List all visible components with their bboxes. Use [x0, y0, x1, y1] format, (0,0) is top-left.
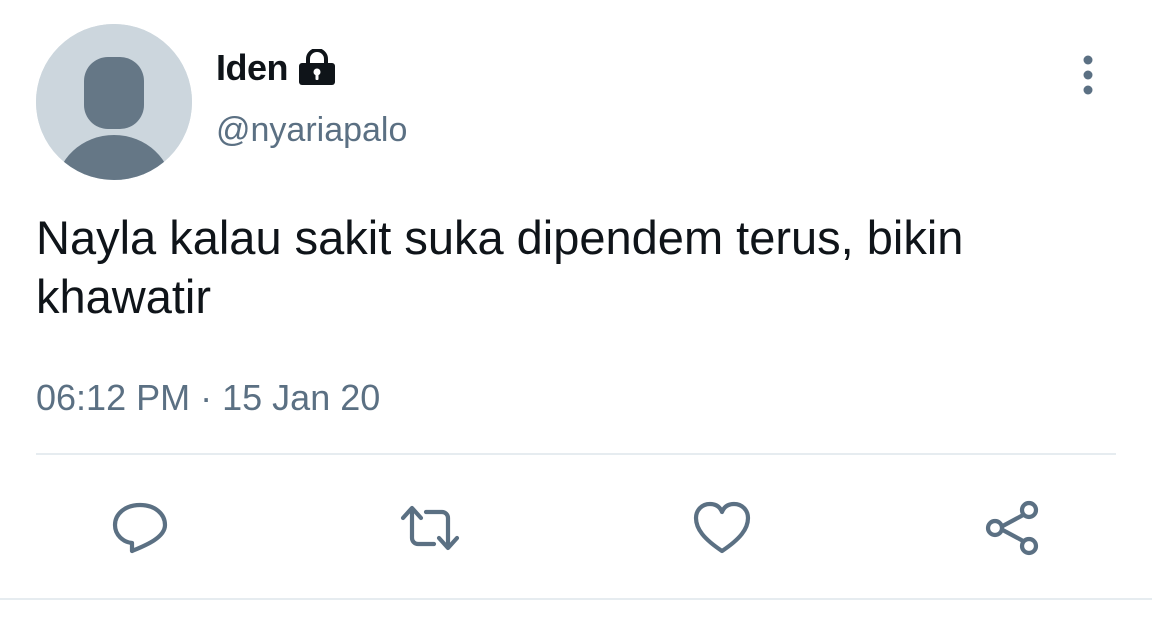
retweet-icon: [400, 505, 460, 551]
default-avatar-icon: [36, 24, 192, 180]
tweet-time: 06:12 PM: [36, 377, 191, 418]
share-button[interactable]: [980, 496, 1044, 560]
tweet-date: 15 Jan 20: [222, 377, 381, 418]
bottom-divider: [0, 598, 1152, 600]
reply-icon: [112, 502, 168, 554]
more-vertical-icon: [1083, 55, 1093, 95]
avatar[interactable]: [36, 24, 192, 180]
author-name-row: Iden: [216, 44, 338, 92]
more-options-button[interactable]: [1070, 50, 1106, 100]
like-button[interactable]: [690, 496, 754, 560]
lock-icon: [299, 49, 336, 85]
retweet-button[interactable]: [398, 496, 462, 560]
share-icon: [985, 500, 1039, 556]
reply-button[interactable]: [108, 496, 172, 560]
tweet-timestamp[interactable]: 06:12 PM · 15 Jan 20: [36, 376, 380, 419]
divider: [36, 453, 1116, 455]
timestamp-separator: ·: [200, 377, 213, 418]
tweet-text: Nayla kalau sakit suka dipendem terus, b…: [36, 211, 964, 323]
author-handle[interactable]: @nyariapalo: [216, 113, 407, 147]
display-name[interactable]: Iden: [216, 50, 289, 86]
like-icon: [693, 501, 751, 554]
